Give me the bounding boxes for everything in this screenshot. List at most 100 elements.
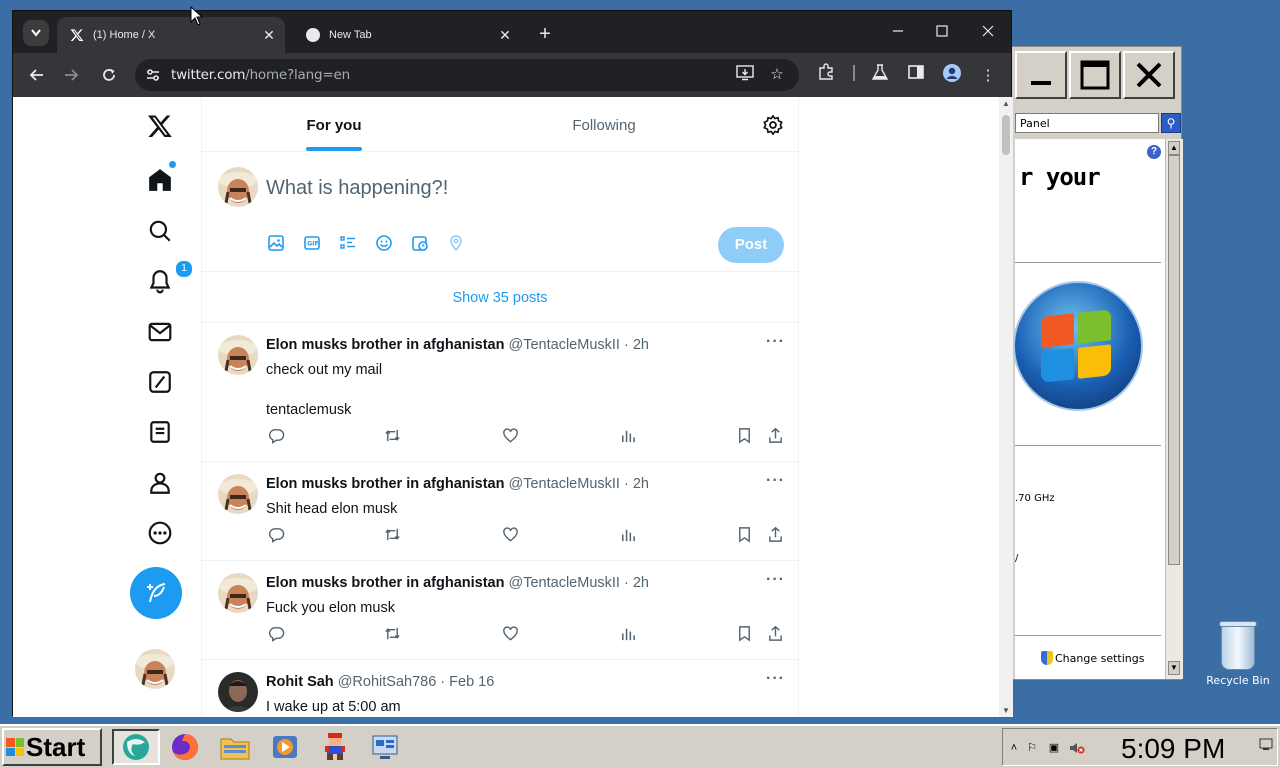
taskbar-firefox[interactable] <box>164 729 206 765</box>
x-logo-icon[interactable] <box>143 109 177 143</box>
tab-x-home[interactable]: (1) Home / X ✕ <box>57 17 285 53</box>
scroll-thumb[interactable] <box>1168 155 1180 565</box>
nav-explore[interactable] <box>143 214 177 248</box>
reply-icon[interactable] <box>266 623 286 643</box>
tweet-handle[interactable]: @TentacleMuskII <box>509 575 620 591</box>
more-icon[interactable]: ··· <box>766 571 786 589</box>
action-center-flag-icon[interactable]: ⚐ <box>1025 741 1039 755</box>
help-icon[interactable]: ? <box>1147 145 1161 159</box>
location-icon[interactable] <box>446 233 466 253</box>
bookmark-icon[interactable] <box>734 524 754 544</box>
like-icon[interactable] <box>500 425 520 445</box>
close-tab-icon[interactable]: ✕ <box>497 27 513 44</box>
reload-icon[interactable] <box>97 63 121 87</box>
maximize-window-button[interactable] <box>919 11 965 51</box>
more-icon[interactable]: ··· <box>766 472 786 490</box>
scroll-up-icon[interactable]: ▲ <box>1001 99 1011 108</box>
scroll-down-icon[interactable]: ▼ <box>1001 706 1011 715</box>
volume-muted-icon[interactable] <box>1069 741 1085 755</box>
tweet-author-name[interactable]: Elon musks brother in afghanistan <box>266 337 504 353</box>
address-bar[interactable]: twitter.com/home?lang=en ☆ <box>135 59 799 91</box>
labs-flask-icon[interactable] <box>869 63 891 85</box>
minimize-window-button[interactable] <box>875 11 921 51</box>
scroll-thumb[interactable] <box>1002 115 1010 155</box>
more-icon[interactable]: ··· <box>766 670 786 688</box>
tab-search-button[interactable] <box>23 20 49 46</box>
close-window-button[interactable] <box>965 11 1011 51</box>
bookmark-icon[interactable] <box>734 425 754 445</box>
tweet[interactable]: Elon musks brother in afghanistan @Tenta… <box>202 323 798 462</box>
tweet-author-name[interactable]: Elon musks brother in afghanistan <box>266 575 504 591</box>
nav-notifications[interactable]: 1 <box>143 260 193 298</box>
tweet-author-name[interactable]: Rohit Sah <box>266 674 334 690</box>
gear-icon[interactable] <box>762 114 784 136</box>
share-icon[interactable] <box>765 623 785 643</box>
tweet-author-name[interactable]: Elon musks brother in afghanistan <box>266 476 504 492</box>
compose-input[interactable]: What is happening?! <box>266 177 448 200</box>
tweet-handle[interactable]: @TentacleMuskII <box>509 476 620 492</box>
tab-new-tab[interactable]: New Tab ✕ <box>293 17 521 53</box>
side-panel-icon[interactable] <box>905 63 927 85</box>
reply-icon[interactable] <box>266 425 286 445</box>
tweet-time[interactable]: Feb 16 <box>449 674 494 690</box>
repost-icon[interactable] <box>382 425 402 445</box>
reply-icon[interactable] <box>266 524 286 544</box>
tweet-avatar[interactable] <box>218 573 258 613</box>
start-button[interactable]: Start <box>2 728 102 766</box>
menu-kebab-icon[interactable]: ⋮ <box>977 65 999 87</box>
change-settings-link[interactable]: Change settings <box>1041 651 1144 665</box>
schedule-icon[interactable] <box>410 233 430 253</box>
back-icon[interactable] <box>25 63 49 87</box>
show-new-posts-button[interactable]: Show 35 posts <box>202 272 798 323</box>
address-field[interactable]: Panel <box>1015 113 1159 133</box>
tweet[interactable]: Elon musks brother in afghanistan @Tenta… <box>202 462 798 561</box>
close-tab-icon[interactable]: ✕ <box>261 27 277 44</box>
minimize-button[interactable] <box>1015 51 1067 99</box>
nav-lists[interactable] <box>143 415 177 449</box>
compose-post-button[interactable] <box>130 567 182 619</box>
repost-icon[interactable] <box>382 623 402 643</box>
like-icon[interactable] <box>500 623 520 643</box>
account-avatar[interactable] <box>135 649 175 689</box>
nav-more[interactable] <box>143 516 177 550</box>
emoji-icon[interactable] <box>374 233 394 253</box>
share-icon[interactable] <box>765 524 785 544</box>
taskbar-file-explorer[interactable] <box>214 729 256 765</box>
taskbar-media-player[interactable] <box>264 729 306 765</box>
tweet-avatar[interactable] <box>218 672 258 712</box>
search-icon[interactable]: ⚲ <box>1161 113 1181 133</box>
nav-profile[interactable] <box>143 466 177 500</box>
show-desktop-icon[interactable] <box>1259 737 1273 751</box>
page-scrollbar[interactable]: ▲ ▼ <box>999 97 1013 717</box>
tweet-handle[interactable]: @TentacleMuskII <box>509 337 620 353</box>
views-icon[interactable] <box>617 524 637 544</box>
new-tab-button[interactable]: + <box>533 23 557 47</box>
tweet-avatar[interactable] <box>218 335 258 375</box>
repost-icon[interactable] <box>382 524 402 544</box>
bookmark-star-icon[interactable]: ☆ <box>767 65 787 85</box>
taskbar-game[interactable] <box>314 729 356 765</box>
bookmark-icon[interactable] <box>734 623 754 643</box>
image-icon[interactable] <box>266 233 286 253</box>
nav-messages[interactable] <box>143 315 177 349</box>
gif-icon[interactable]: GIF <box>302 233 322 253</box>
control-panel-scrollbar[interactable]: ▲ ▼ <box>1165 139 1183 679</box>
install-app-icon[interactable] <box>735 65 755 85</box>
tweet[interactable]: Rohit Sah @RohitSah786 · Feb 16 ··· I wa… <box>202 660 798 717</box>
nav-grok[interactable] <box>143 365 177 399</box>
taskbar-clock[interactable]: 5:09 PM <box>1121 733 1225 765</box>
poll-icon[interactable] <box>338 233 358 253</box>
scroll-down-icon[interactable]: ▼ <box>1168 661 1180 675</box>
maximize-button[interactable] <box>1069 51 1121 99</box>
tab-following[interactable]: Following <box>472 97 736 151</box>
profile-icon[interactable] <box>941 63 963 85</box>
tweet-avatar[interactable] <box>218 474 258 514</box>
tweet[interactable]: Elon musks brother in afghanistan @Tenta… <box>202 561 798 660</box>
share-icon[interactable] <box>765 425 785 445</box>
views-icon[interactable] <box>617 425 637 445</box>
taskbar-browser-app[interactable] <box>112 729 160 765</box>
network-icon[interactable]: ▣ <box>1047 741 1061 755</box>
views-icon[interactable] <box>617 623 637 643</box>
tweet-time[interactable]: 2h <box>633 575 649 591</box>
like-icon[interactable] <box>500 524 520 544</box>
